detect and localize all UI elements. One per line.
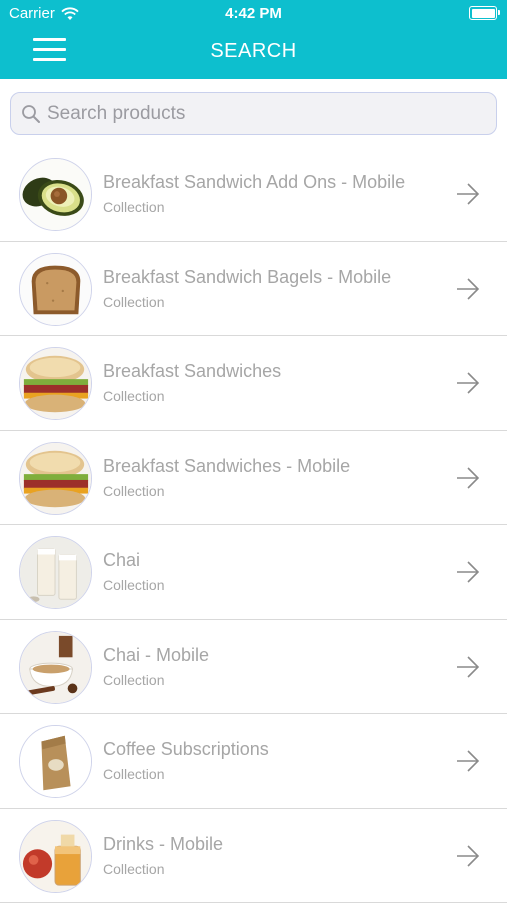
item-subtitle: Collection <box>103 483 164 499</box>
search-bar[interactable] <box>10 92 497 135</box>
breakfast-sandwich-image <box>19 347 92 420</box>
arrow-right-icon <box>455 277 481 301</box>
item-subtitle: Collection <box>103 294 164 310</box>
item-subtitle: Collection <box>103 861 164 877</box>
top-bar: Carrier 4:42 PM SEARCH <box>0 0 507 79</box>
item-title: Breakfast Sandwich Bagels - Mobile <box>103 267 391 288</box>
list-item[interactable]: Coffee Subscriptions Collection <box>0 714 507 809</box>
item-subtitle: Collection <box>103 199 164 215</box>
item-subtitle: Collection <box>103 766 164 782</box>
arrow-right-icon <box>455 371 481 395</box>
list-item[interactable]: Chai - Mobile Collection <box>0 620 507 715</box>
item-title: Drinks - Mobile <box>103 834 223 855</box>
chai-glasses-image <box>19 536 92 609</box>
drinks-image <box>19 820 92 893</box>
navigation-bar: SEARCH <box>0 28 507 79</box>
item-title: Chai - Mobile <box>103 645 209 666</box>
item-title: Breakfast Sandwiches <box>103 361 281 382</box>
list-item[interactable]: Drinks - Mobile Collection <box>0 809 507 903</box>
item-title: Chai <box>103 550 140 571</box>
list-item[interactable]: Breakfast Sandwich Bagels - Mobile Colle… <box>0 242 507 337</box>
list-item[interactable]: Breakfast Sandwich Add Ons - Mobile Coll… <box>0 147 507 242</box>
arrow-right-icon <box>455 844 481 868</box>
avocado-image <box>19 158 92 231</box>
search-input[interactable] <box>47 93 487 134</box>
arrow-right-icon <box>455 655 481 679</box>
page-title: SEARCH <box>0 40 507 63</box>
search-icon <box>21 104 41 124</box>
item-title: Breakfast Sandwiches - Mobile <box>103 456 350 477</box>
coffee-bag-image <box>19 725 92 798</box>
arrow-right-icon <box>455 182 481 206</box>
item-title: Coffee Subscriptions <box>103 739 269 760</box>
arrow-right-icon <box>455 749 481 773</box>
arrow-right-icon <box>455 560 481 584</box>
list-item[interactable]: Breakfast Sandwiches - Mobile Collection <box>0 431 507 526</box>
item-subtitle: Collection <box>103 388 164 404</box>
clock: 4:42 PM <box>0 5 507 22</box>
battery-icon <box>469 6 497 20</box>
breakfast-sandwich-image <box>19 442 92 515</box>
chai-cup-image <box>19 631 92 704</box>
item-title: Breakfast Sandwich Add Ons - Mobile <box>103 172 405 193</box>
status-bar: Carrier 4:42 PM <box>0 0 507 28</box>
arrow-right-icon <box>455 466 481 490</box>
list-item[interactable]: Chai Collection <box>0 525 507 620</box>
bread-slice-image <box>19 253 92 326</box>
item-subtitle: Collection <box>103 577 164 593</box>
list-item[interactable]: Breakfast Sandwiches Collection <box>0 336 507 431</box>
collection-list: Breakfast Sandwich Add Ons - Mobile Coll… <box>0 147 507 903</box>
item-subtitle: Collection <box>103 672 164 688</box>
